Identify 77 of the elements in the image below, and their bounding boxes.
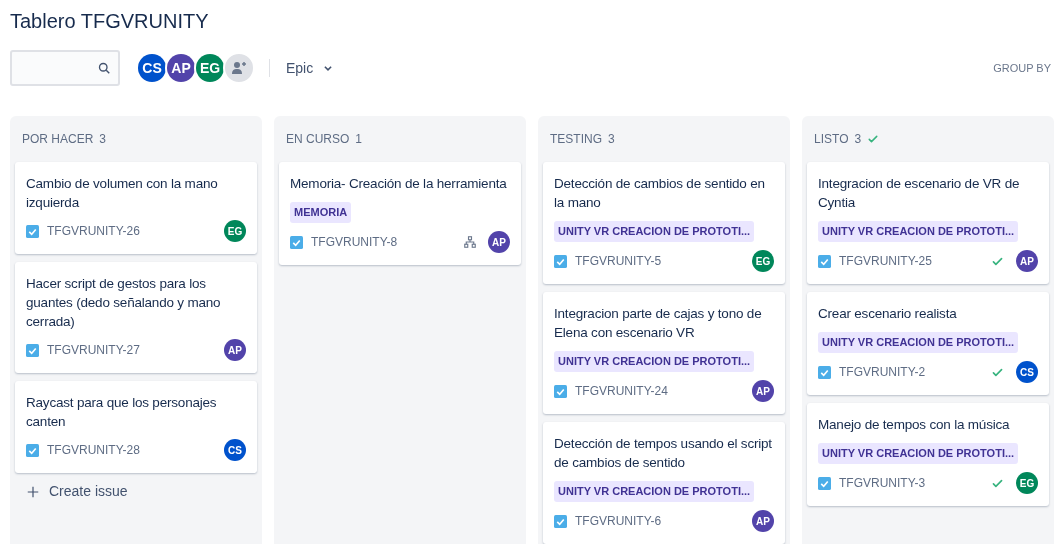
issue-card[interactable]: Integracion parte de cajas y tono de Elena con escenario VR UNITY VR CREACION DE PROTOTI... TFGVRUNITY-24 AP (543, 292, 785, 414)
user-avatar[interactable]: EG (196, 54, 224, 82)
issue-key[interactable]: TFGVRUNITY-26 (47, 222, 140, 240)
task-icon (554, 384, 567, 398)
issue-count: 3 (608, 131, 615, 148)
group-by-label: GROUP BY (993, 60, 1051, 76)
task-icon (26, 443, 39, 457)
epic-label: UNITY VR CREACION DE PROTOTI... (554, 221, 755, 242)
board-title: Tablero TFGVRUNITY (9, 9, 210, 34)
issue-title: Hacer script de gestos para los guantes (dedo señalando y mano cerrada) (26, 275, 222, 331)
column-title: TESTING (550, 131, 602, 148)
task-icon (818, 476, 831, 490)
column-title: EN CURSO (286, 131, 350, 148)
epic-label: UNITY VR CREACION DE PROTOTI... (554, 481, 755, 502)
issue-title: Raycast para que los personajes canten (26, 394, 218, 431)
task-icon (554, 254, 567, 268)
epic-label: UNITY VR CREACION DE PROTOTI... (554, 351, 755, 372)
epic-label: UNITY VR CREACION DE PROTOTI... (818, 443, 1019, 464)
user-avatar[interactable]: AP (752, 510, 774, 532)
epic-label: UNITY VR CREACION DE PROTOTI... (818, 221, 1019, 242)
user-avatar[interactable]: AP (488, 231, 510, 253)
issue-title: Manejo de tempos con la música (818, 416, 1011, 434)
plus-icon (27, 485, 39, 498)
user-avatar[interactable]: EG (1016, 472, 1038, 494)
issue-card[interactable]: Manejo de tempos con la música UNITY VR CREACION DE PROTOTI... TFGVRUNITY-3 EG (807, 403, 1049, 506)
issue-key[interactable]: TFGVRUNITY-27 (47, 341, 140, 359)
column-title: POR HACER (22, 131, 94, 148)
issue-key[interactable]: TFGVRUNITY-8 (311, 233, 398, 251)
issue-card[interactable]: Hacer script de gestos para los guantes (dedo señalando y mano cerrada) TFGVRUNITY-27 AP (15, 262, 257, 373)
issue-key[interactable]: TFGVRUNITY-24 (575, 382, 668, 400)
issue-count: 3 (99, 131, 107, 148)
user-avatar[interactable]: CS (138, 54, 166, 82)
issue-title: Detección de cambios de sentido en la mano (554, 175, 766, 212)
issue-key[interactable]: TFGVRUNITY-28 (47, 441, 140, 459)
issue-card[interactable]: Crear escenario realista UNITY VR CREACION DE PROTOTI... TFGVRUNITY-2 CS (807, 292, 1049, 395)
search-icon (98, 62, 110, 74)
epic-filter-button[interactable]: Epic (286, 57, 334, 79)
issue-card[interactable]: Memoria- Creación de la herramienta MEMORIA TFGVRUNITY-8 AP (279, 162, 521, 265)
add-user-icon (231, 60, 247, 76)
issue-key[interactable]: TFGVRUNITY-3 (839, 474, 926, 492)
issue-card[interactable]: Cambio de volumen con la mano izquierda TFGVRUNITY-26 EG (15, 162, 257, 254)
chevron-down-icon (323, 63, 334, 73)
create-issue-button[interactable]: Create issue (15, 481, 128, 502)
issue-key[interactable]: TFGVRUNITY-6 (575, 512, 662, 530)
task-icon (818, 254, 831, 268)
user-avatar[interactable]: AP (752, 380, 774, 402)
issue-card[interactable]: Integracion de escenario de VR de Cyntia UNITY VR CREACION DE PROTOTI... TFGVRUNITY-25 AP (807, 162, 1049, 284)
issue-title: Crear escenario realista (818, 305, 958, 323)
issue-title: Detección de tempos usando el script de cambios de sentido (554, 435, 773, 472)
issue-count: 1 (355, 131, 363, 148)
issue-card[interactable]: Detección de cambios de sentido en la mano UNITY VR CREACION DE PROTOTI... TFGVRUNITY-5 EG (543, 162, 785, 284)
issue-title: Memoria- Creación de la herramienta (290, 175, 508, 193)
user-avatar[interactable]: AP (167, 54, 195, 82)
issue-title: Integracion parte de cajas y tono de Elena con escenario VR (554, 305, 763, 342)
task-icon (26, 224, 39, 238)
user-avatar[interactable]: EG (224, 220, 246, 242)
task-icon (818, 365, 831, 379)
epic-label: UNITY VR CREACION DE PROTOTI... (818, 332, 1019, 353)
issue-title: Integracion de escenario de VR de Cyntia (818, 175, 1021, 212)
issue-title: Cambio de volumen con la mano izquierda (26, 175, 219, 212)
search-field[interactable] (10, 50, 120, 86)
user-avatar[interactable]: AP (1016, 250, 1038, 272)
issue-key[interactable]: TFGVRUNITY-5 (575, 252, 662, 270)
task-icon (554, 514, 567, 528)
issue-card[interactable]: Detección de tempos usando el script de cambios de sentido UNITY VR CREACION DE PROTOTI... TFGVRUNITY-6 AP (543, 422, 785, 544)
user-avatar[interactable]: AP (224, 339, 246, 361)
epic-label: MEMORIA (290, 202, 352, 223)
user-avatar[interactable]: CS (224, 439, 246, 461)
issue-key[interactable]: TFGVRUNITY-2 (839, 363, 926, 381)
user-avatar[interactable]: EG (752, 250, 774, 272)
user-avatar[interactable]: CS (1016, 361, 1038, 383)
issue-count: 3 (854, 131, 862, 148)
issue-card[interactable]: Raycast para que los personajes canten TFGVRUNITY-28 CS (15, 381, 257, 473)
column-title: LISTO (814, 131, 849, 148)
task-icon (26, 343, 39, 357)
task-icon (290, 235, 303, 249)
issue-key[interactable]: TFGVRUNITY-25 (839, 252, 932, 270)
